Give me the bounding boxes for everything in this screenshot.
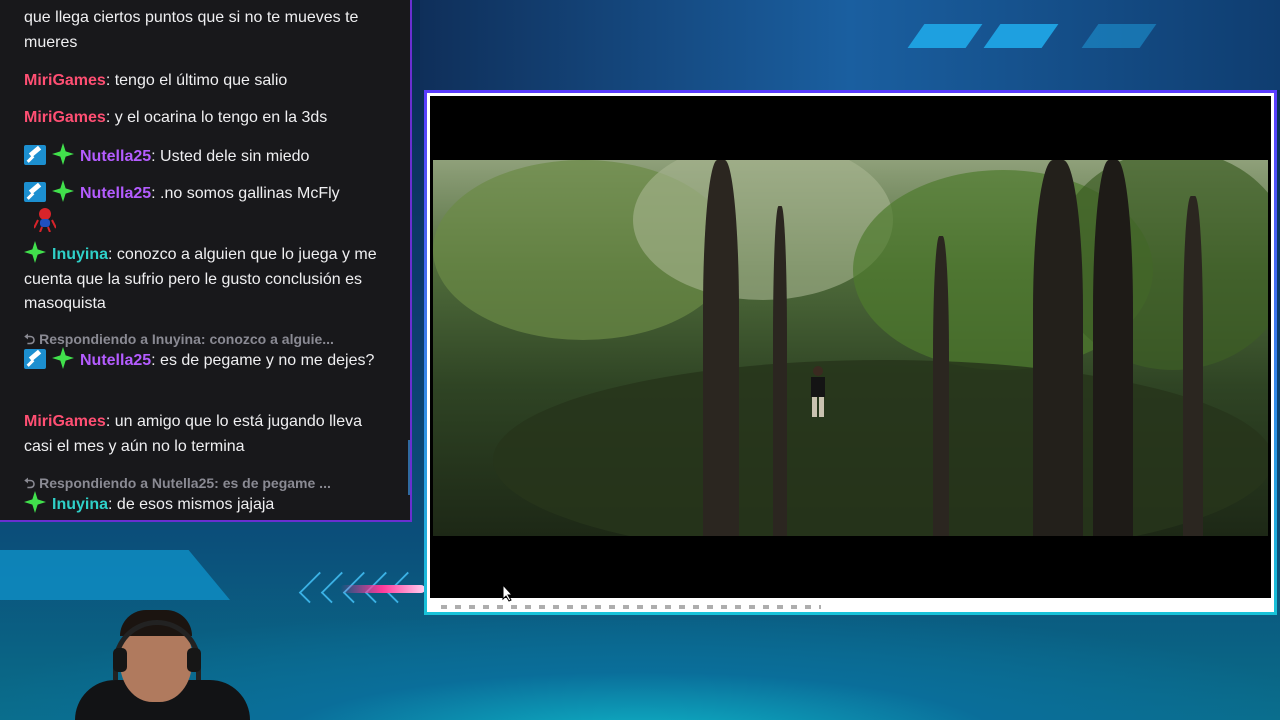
star-badge-icon <box>52 347 74 369</box>
headset-earcup <box>113 648 127 672</box>
chat-message: Nutella25: es de pegame y no me dejes? <box>24 347 394 374</box>
chat-message: Nutella25: .no somos gallinas McFly <box>24 180 394 207</box>
video-window[interactable] <box>424 90 1277 615</box>
chat-username[interactable]: Nutella25 <box>80 185 151 202</box>
message-text: tengo el último que salio <box>110 72 288 89</box>
message-text: que llega ciertos puntos que si no te mu… <box>24 9 359 51</box>
cursor-icon <box>502 584 514 602</box>
video-progress-strip[interactable] <box>441 605 821 609</box>
star-badge-icon <box>52 180 74 202</box>
spider-emote-icon <box>34 208 56 232</box>
message-text: .no somos gallinas McFly <box>155 185 340 202</box>
chat-username[interactable]: Nutella25 <box>80 148 151 165</box>
chat-message: Inuyina: conozco a alguien que lo juega … <box>24 241 394 317</box>
chat-message: MiriGames: un amigo que lo está jugando … <box>24 410 394 459</box>
message-text: y el ocarina lo tengo en la 3ds <box>110 109 328 126</box>
webcam-feed <box>75 610 250 720</box>
chat-message: MiriGames: y el ocarina lo tengo en la 3… <box>24 106 394 131</box>
star-badge-icon <box>24 241 46 263</box>
hammer-badge-icon <box>24 145 46 165</box>
chat-message: MiriGames: tengo el último que salio <box>24 69 394 94</box>
chat-username[interactable]: MiriGames <box>24 72 106 89</box>
hammer-badge-icon <box>24 349 46 369</box>
star-badge-icon <box>52 143 74 165</box>
message-text: es de pegame y no me dejes? <box>155 352 375 369</box>
chat-username[interactable]: Inuyina <box>52 496 108 513</box>
star-badge-icon <box>24 491 46 513</box>
chat-username[interactable]: MiriGames <box>24 109 106 126</box>
chat-message: Nutella25: Usted dele sin miedo <box>24 143 394 170</box>
video-frame-forest <box>433 160 1268 536</box>
person-silhouette <box>811 366 825 417</box>
chat-username[interactable]: Nutella25 <box>80 352 151 369</box>
chat-message: Inuyina: de esos mismos jajaja <box>24 491 394 518</box>
hammer-badge-icon <box>24 182 46 202</box>
headset-earcup <box>187 648 201 672</box>
video-player[interactable] <box>430 96 1271 598</box>
background-top-banner <box>420 0 1280 90</box>
message-text: Usted dele sin miedo <box>155 148 310 165</box>
chat-username[interactable]: MiriGames <box>24 413 106 430</box>
chat-scrollbar[interactable] <box>408 440 410 495</box>
chat-username[interactable]: Inuyina <box>52 246 108 263</box>
chat-panel: que llega ciertos puntos que si no te mu… <box>0 0 412 522</box>
background-laser <box>340 585 425 593</box>
chat-message: que llega ciertos puntos que si no te mu… <box>24 6 394 55</box>
message-text: de esos mismos jajaja <box>112 496 275 513</box>
background-shape <box>0 550 230 600</box>
